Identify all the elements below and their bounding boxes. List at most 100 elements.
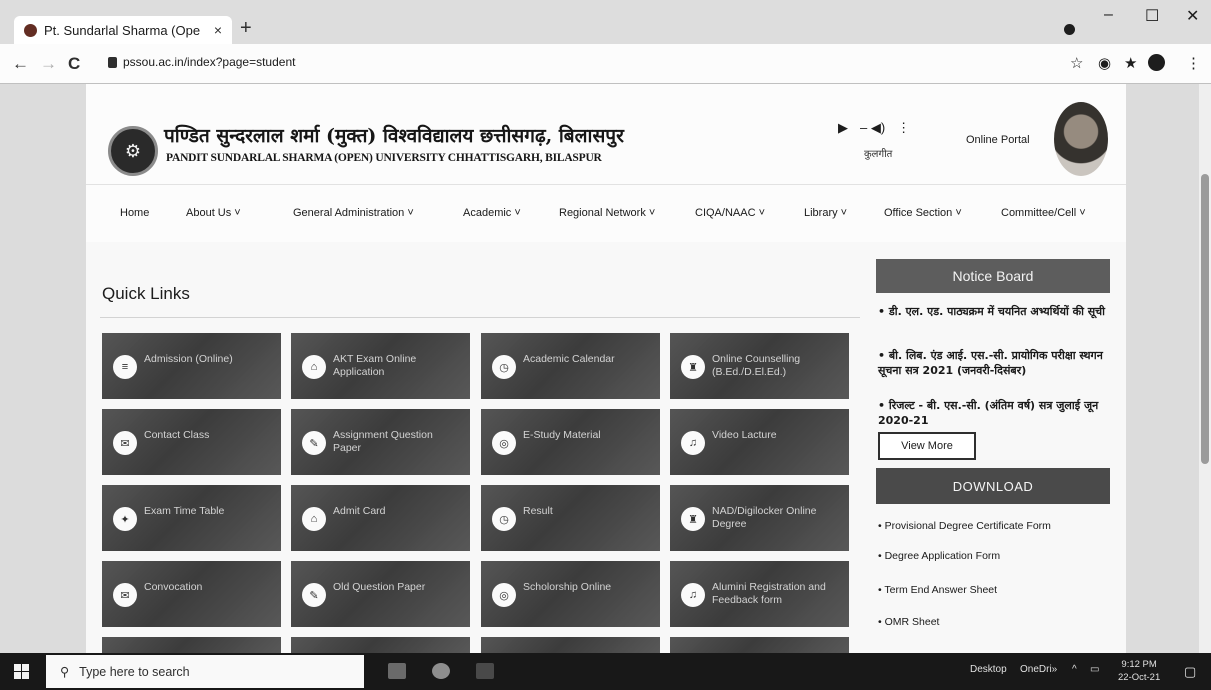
tile-label: Alumini Registration and Feedback form <box>712 581 826 606</box>
clock-icon: ◷ <box>492 507 516 531</box>
nav-academic[interactable]: Academic ˅ <box>463 207 521 219</box>
bookmark-star-icon[interactable]: ☆ <box>1070 54 1083 72</box>
download-link[interactable]: • Term End Answer Sheet <box>878 584 997 596</box>
tile-row5-4[interactable] <box>670 637 849 653</box>
nav-general-administration[interactable]: General Administration ˅ <box>293 207 414 219</box>
url-text: pssou.ac.in/index?page=student <box>123 55 296 69</box>
nav-about-us[interactable]: About Us ˅ <box>186 207 241 219</box>
main-navigation: Home About Us ˅ General Administration ˅… <box>86 184 1126 242</box>
founder-portrait <box>1054 102 1108 176</box>
university-name-hindi: पण्डित सुन्दरलाल शर्मा (मुक्त) विश्वविद्… <box>164 125 624 147</box>
clock-date: 22-Oct-21 <box>1118 672 1161 683</box>
record-indicator-icon <box>1064 24 1075 35</box>
tile-academic-calendar[interactable]: ◷ Academic Calendar <box>481 333 660 399</box>
download-header: DOWNLOAD <box>876 468 1110 504</box>
emblem-icon: ♜ <box>681 355 705 379</box>
play-icon[interactable]: ▶ <box>838 120 848 136</box>
tile-video-lecture[interactable]: ♫ Video Lacture <box>670 409 849 475</box>
scrollbar-thumb[interactable] <box>1201 174 1209 464</box>
nav-ciqa-naac[interactable]: CIQA/NAAC ˅ <box>695 207 765 219</box>
tile-e-study-material[interactable]: ◎ E-Study Material <box>481 409 660 475</box>
tab-close-icon[interactable]: × <box>214 22 222 38</box>
player-menu-icon[interactable]: ⋮ <box>897 120 910 136</box>
quick-links-title: Quick Links <box>102 284 190 303</box>
university-name-english: PANDIT SUNDARLAL SHARMA (OPEN) UNIVERSIT… <box>166 152 602 164</box>
view-more-button[interactable]: View More <box>878 432 976 460</box>
nav-library[interactable]: Library ˅ <box>804 207 847 219</box>
lock-icon <box>108 56 117 68</box>
windows-start-icon[interactable] <box>14 664 29 679</box>
tile-exam-time-table[interactable]: ✦ Exam Time Table <box>102 485 281 551</box>
word-icon[interactable] <box>476 663 494 679</box>
megaphone-icon: ✉ <box>113 583 137 607</box>
onedrive-toolbar[interactable]: OneDri» <box>1020 664 1057 675</box>
new-tab-button[interactable]: + <box>240 17 252 40</box>
system-clock[interactable]: 9:12 PM 22-Oct-21 <box>1118 658 1160 684</box>
site-favicon-icon <box>24 23 37 37</box>
online-portal-link[interactable]: Online Portal <box>966 134 1030 146</box>
url-field[interactable]: pssou.ac.in/index?page=student <box>108 55 295 69</box>
browser-tab[interactable]: Pt. Sundarlal Sharma (Ope × <box>14 16 232 44</box>
tile-row5-3[interactable] <box>481 637 660 653</box>
battery-icon[interactable]: ▭ <box>1090 664 1099 675</box>
download-link[interactable]: • Provisional Degree Certificate Form <box>878 520 1051 532</box>
close-window-button[interactable]: ✕ <box>1186 6 1199 26</box>
desktop-toolbar[interactable]: Desktop <box>970 664 1007 675</box>
notice-item[interactable]: • रिजल्ट - बी. एस.-सी. (अंतिम वर्ष) सत्र… <box>878 398 1114 428</box>
university-logo-icon[interactable]: ⚙ <box>108 126 158 176</box>
megaphone-icon: ✉ <box>113 431 137 455</box>
tile-row5-1[interactable] <box>102 637 281 653</box>
back-arrow-icon[interactable]: ← <box>12 54 29 74</box>
building-icon: ⌂ <box>302 507 326 531</box>
kulgeet-audio-player: ▶ – ◀) ⋮ <box>838 120 910 136</box>
maximize-button[interactable]: ☐ <box>1145 6 1159 26</box>
page-scrollbar[interactable] <box>1199 84 1211 653</box>
tile-convocation[interactable]: ✉ Convocation <box>102 561 281 627</box>
tile-label: Contact Class <box>144 429 210 441</box>
extensions-puzzle-icon[interactable]: ★ <box>1124 54 1137 72</box>
kulgeet-label: कुलगीत <box>864 149 893 160</box>
volume-icon[interactable]: – ◀) <box>860 120 885 136</box>
tile-akt-exam-application[interactable]: ⌂ AKT Exam Online Application <box>291 333 470 399</box>
tile-nad-digilocker[interactable]: ♜ NAD/Digilocker Online Degree <box>670 485 849 551</box>
notice-item[interactable]: • डी. एल. एड. पाठ्यक्रम में चयनित अभ्यर्… <box>878 304 1114 319</box>
tile-label: Result <box>523 505 553 517</box>
disc-icon: ◎ <box>492 583 516 607</box>
menu-kebab-icon[interactable]: ⋮ <box>1186 54 1201 72</box>
tile-admit-card[interactable]: ⌂ Admit Card <box>291 485 470 551</box>
taskbar-search-box[interactable]: ⚲ Type here to search <box>46 655 364 688</box>
profile-avatar-icon[interactable] <box>1148 54 1165 71</box>
tile-label: Exam Time Table <box>144 505 225 517</box>
windows-taskbar: ⚲ Type here to search Desktop OneDri» ^ … <box>0 653 1211 690</box>
tile-alumni-registration[interactable]: ♫ Alumini Registration and Feedback form <box>670 561 849 627</box>
tile-assignment-question-paper[interactable]: ✎ Assignment Question Paper <box>291 409 470 475</box>
notification-icon[interactable]: ▢ <box>1184 664 1196 680</box>
building-icon: ⌂ <box>302 355 326 379</box>
tray-chevron-icon[interactable]: ^ <box>1072 664 1077 675</box>
file-explorer-icon[interactable] <box>388 663 406 679</box>
nav-office-section[interactable]: Office Section ˅ <box>884 207 962 219</box>
tab-title: Pt. Sundarlal Sharma (Ope <box>44 22 201 38</box>
music-icon: ♫ <box>681 583 705 607</box>
nav-committee-cell[interactable]: Committee/Cell ˅ <box>1001 207 1086 219</box>
nav-home[interactable]: Home <box>120 207 149 219</box>
minimize-button[interactable]: – <box>1104 6 1113 24</box>
tile-contact-class[interactable]: ✉ Contact Class <box>102 409 281 475</box>
chrome-icon[interactable] <box>432 663 450 679</box>
nav-regional-network[interactable]: Regional Network ˅ <box>559 207 655 219</box>
reload-icon[interactable]: C <box>68 54 80 74</box>
download-link[interactable]: • OMR Sheet <box>878 616 939 628</box>
extension-icon[interactable]: ◉ <box>1098 54 1111 72</box>
tile-admission-online[interactable]: ≡ Admission (Online) <box>102 333 281 399</box>
site-container: ⚙ पण्डित सुन्दरलाल शर्मा (मुक्त) विश्ववि… <box>86 84 1126 653</box>
tile-row5-2[interactable] <box>291 637 470 653</box>
tile-online-counselling[interactable]: ♜ Online Counselling (B.Ed./D.El.Ed.) <box>670 333 849 399</box>
notice-item[interactable]: • बी. लिब. एंड आई. एस.-सी. प्रायोगिक परी… <box>878 348 1114 378</box>
tile-result[interactable]: ◷ Result <box>481 485 660 551</box>
disc-icon: ◎ <box>492 431 516 455</box>
forward-arrow-icon[interactable]: → <box>40 54 57 74</box>
tile-label: Admission (Online) <box>144 353 233 365</box>
tile-scholarship-online[interactable]: ◎ Scholorship Online <box>481 561 660 627</box>
tile-old-question-paper[interactable]: ✎ Old Question Paper <box>291 561 470 627</box>
download-link[interactable]: • Degree Application Form <box>878 550 1000 562</box>
